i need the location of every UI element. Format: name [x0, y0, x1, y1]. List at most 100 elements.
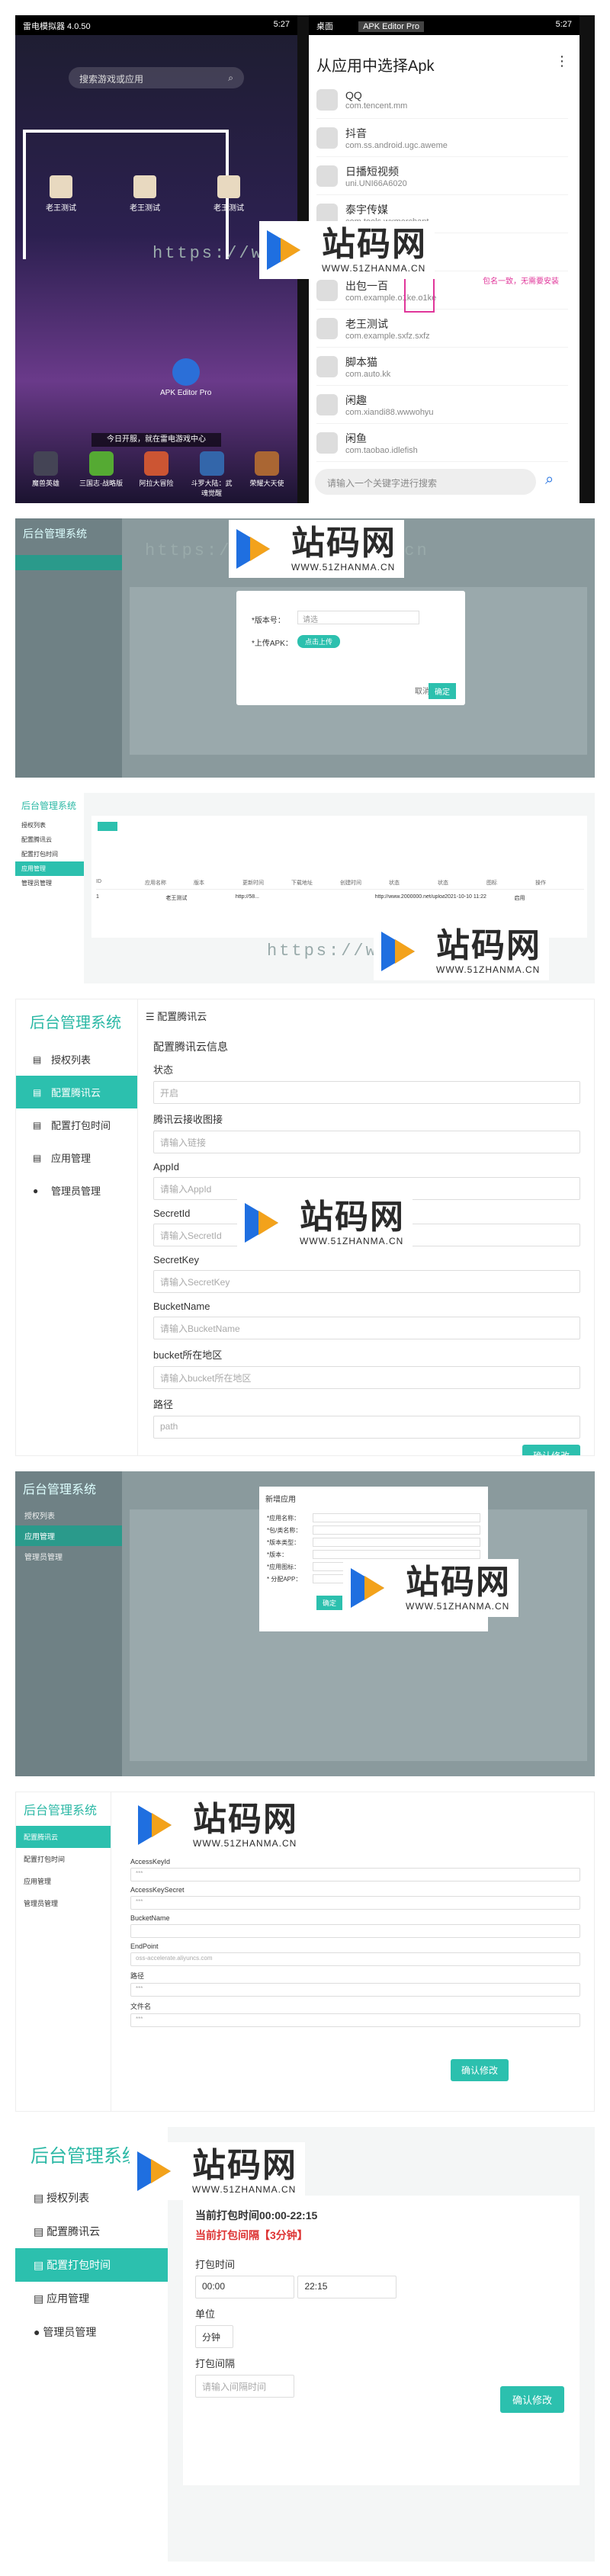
submit-button[interactable]: 确认修改: [522, 1445, 580, 1455]
column-header: 下载地址: [291, 881, 313, 886]
apk-editor-icon[interactable]: APK Editor Pro: [160, 358, 211, 397]
version-select[interactable]: 请选: [297, 611, 419, 624]
sidebar-item-active[interactable]: ▤ 配置打包时间: [15, 2248, 168, 2282]
modal-input[interactable]: [313, 1525, 480, 1535]
sidebar-item[interactable]: ▤ 应用管理: [16, 1141, 137, 1174]
column-header: 操作: [535, 881, 546, 886]
app-package: com.ss.android.ugc.aweme: [345, 140, 448, 150]
field-label: 打包时间: [195, 2259, 236, 2270]
app-list-item[interactable]: 老王测试 com.example.sxfz.sxfz: [316, 310, 568, 348]
cancel-button[interactable]: 取消: [415, 685, 430, 696]
home-icons: 老王测试 老王测试 老王测试: [46, 175, 244, 213]
app-icon[interactable]: 老王测试: [214, 175, 244, 213]
sidebar-item-active[interactable]: 应用管理: [15, 861, 84, 876]
column-header: 更新时间: [242, 881, 264, 886]
sidebar-item[interactable]: 授权列表: [15, 818, 84, 832]
modal-input[interactable]: [313, 1513, 480, 1522]
oss-input[interactable]: ***: [130, 1983, 580, 1997]
cfg-input[interactable]: 请输入BucketName: [153, 1317, 580, 1339]
field-label: SecretKey: [153, 1254, 199, 1266]
sidebar-item[interactable]: 管理员管理: [16, 1892, 111, 1914]
more-icon[interactable]: ⋮: [555, 53, 569, 69]
app-list-item[interactable]: 闲鱼 com.taobao.idlefish: [316, 424, 568, 462]
list-icon: ▤: [34, 2292, 44, 2305]
sidebar-item[interactable]: 配置打包时间: [16, 1848, 111, 1870]
sidebar-item[interactable]: 配置打包时间: [15, 847, 84, 861]
dock-app[interactable]: 阿拉大冒险: [133, 451, 179, 498]
menu-icon[interactable]: ☰: [146, 1011, 155, 1022]
app-name: 日播短视频: [345, 165, 399, 178]
oss-input[interactable]: ***: [130, 2013, 580, 2027]
annotation-text: 包名一致，无需要安装: [483, 277, 559, 286]
dock-app[interactable]: 魔兽英雄: [23, 451, 69, 498]
tab-desktop[interactable]: 桌面: [316, 22, 333, 31]
upload-button[interactable]: 点击上传: [297, 635, 341, 648]
search-icon[interactable]: ⌕: [545, 471, 554, 489]
list-icon: ▤: [33, 1054, 42, 1065]
watermark-logo: 站码网 WWW.51ZHANMA.CN: [374, 922, 549, 980]
sidebar-item[interactable]: 应用管理: [16, 1870, 111, 1892]
app-list-item[interactable]: 闲趣 com.xiandi88.wwwohyu: [316, 386, 568, 424]
app-icon: [316, 431, 338, 454]
submit-button[interactable]: 确认修改: [451, 2059, 509, 2081]
sidebar: 后台管理系统 授权列表 应用管理 管理员管理: [15, 1471, 122, 1776]
cfg-input[interactable]: 开启: [153, 1081, 580, 1104]
cfg-input[interactable]: 请输入链接: [153, 1131, 580, 1153]
sidebar-active[interactable]: [15, 555, 122, 570]
end-time-input[interactable]: 22:15: [297, 2276, 397, 2299]
modal-input[interactable]: [313, 1538, 480, 1547]
oss-input[interactable]: oss-accelerate.aliyuncs.com: [130, 1952, 580, 1966]
sidebar-item[interactable]: 配置腾讯云: [15, 832, 84, 847]
submit-button[interactable]: 确认修改: [499, 2386, 564, 2413]
app-package: uni.UNI66A6020: [345, 178, 407, 188]
unit-select[interactable]: 分钟: [195, 2325, 233, 2348]
app-icon[interactable]: 老王测试: [130, 175, 160, 213]
app-list-item[interactable]: 脚本猫 com.auto.kk: [316, 348, 568, 386]
app-icon[interactable]: 老王测试: [46, 175, 76, 213]
cfg-input[interactable]: 请输入SecretKey: [153, 1270, 580, 1293]
sidebar-item[interactable]: ▤ 配置打包时间: [16, 1108, 137, 1141]
add-button[interactable]: [98, 822, 117, 831]
current-time-text: 当前打包时间00:00-22:15: [195, 2209, 318, 2222]
cfg-input[interactable]: 请输入bucket所在地区: [153, 1366, 580, 1389]
dock-app[interactable]: 三国志·战略版: [79, 451, 124, 498]
oss-input[interactable]: ***: [130, 1868, 580, 1881]
sidebar-item-active[interactable]: 应用管理: [15, 1525, 122, 1546]
start-time-input[interactable]: 00:00: [195, 2276, 294, 2299]
form: AccessKeyId *** AccessKeySecret *** BucketNa…: [130, 1853, 580, 2027]
ok-button[interactable]: 确定: [429, 683, 456, 699]
highlight-line: [23, 130, 26, 259]
sidebar-item[interactable]: ▤ 应用管理: [15, 2282, 168, 2315]
app-list-item[interactable]: 日播短视频 uni.UNI66A6020: [316, 157, 568, 195]
modal-title: 新增应用: [265, 1496, 296, 1504]
sidebar-item[interactable]: ▤ 配置腾讯云: [15, 2215, 168, 2248]
app-package: com.tencent.mm: [345, 101, 408, 111]
dock-app[interactable]: 斗罗大陆：武魂觉醒: [189, 451, 235, 498]
sidebar-item[interactable]: ● 管理员管理: [16, 1174, 137, 1207]
interval-input[interactable]: 请输入间隔时间: [195, 2375, 294, 2398]
app-list-item[interactable]: QQ com.tencent.mm: [316, 81, 568, 119]
field-label: *版本类型：: [267, 1538, 300, 1546]
modal-input[interactable]: [313, 1550, 480, 1559]
tab-apk-editor[interactable]: APK Editor Pro: [358, 21, 425, 32]
table-cell: 2021-10-10 11:22: [445, 894, 486, 900]
sidebar-item[interactable]: ▤ 授权列表: [16, 1043, 137, 1076]
dock-app[interactable]: 荣耀大天使: [244, 451, 290, 498]
app-list-item[interactable]: 抖音 com.ss.android.ugc.aweme: [316, 119, 568, 157]
oss-input[interactable]: ***: [130, 1896, 580, 1910]
search-input[interactable]: 搜索游戏或应用 ⌕: [69, 67, 244, 88]
admin-cfg-tencent: 后台管理系统 ▤ 授权列表 ▤ 配置腾讯云 ▤ 配置打包时间 ▤ 应用管理 ● 管理员管理…: [15, 999, 595, 1456]
app-icon: [316, 279, 338, 301]
sidebar-item[interactable]: 管理员管理: [15, 876, 84, 890]
column-header: 应用名称: [145, 881, 166, 886]
sidebar-item-active[interactable]: ▤ 配置腾讯云: [16, 1076, 137, 1108]
field-label: BucketName: [153, 1301, 210, 1312]
list-icon: ▤: [33, 1086, 42, 1098]
search-icon: ⌕: [228, 72, 233, 83]
cfg-input[interactable]: path: [153, 1416, 580, 1439]
oss-input[interactable]: [130, 1924, 580, 1938]
sidebar-item-active[interactable]: 配置腾讯云: [16, 1826, 111, 1848]
sidebar-item[interactable]: ● 管理员管理: [15, 2315, 168, 2349]
app-search-input[interactable]: 请输入一个关键字进行搜索: [315, 469, 536, 495]
ok-button[interactable]: 确定: [316, 1596, 343, 1610]
